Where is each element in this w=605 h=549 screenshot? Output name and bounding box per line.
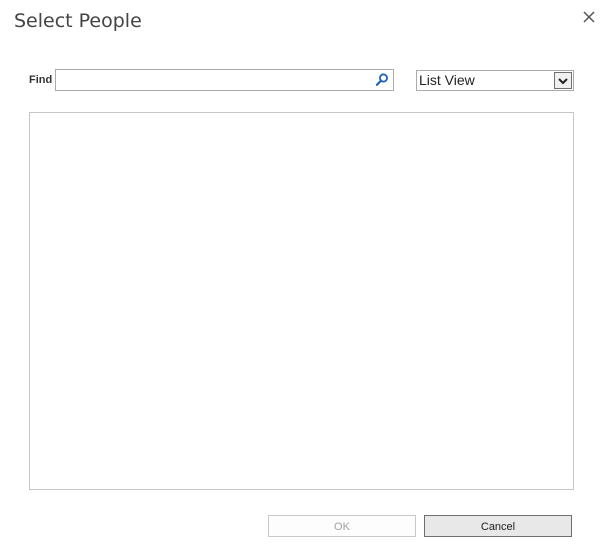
view-select[interactable]: List View bbox=[416, 70, 574, 91]
ok-button[interactable]: OK bbox=[268, 515, 416, 537]
chevron-down-icon[interactable] bbox=[554, 72, 572, 89]
find-label: Find bbox=[29, 74, 53, 86]
close-icon bbox=[583, 11, 595, 23]
close-button[interactable] bbox=[578, 6, 600, 28]
cancel-button[interactable]: Cancel bbox=[424, 515, 572, 537]
search-icon[interactable] bbox=[374, 72, 390, 88]
search-input[interactable] bbox=[58, 71, 368, 89]
results-pane[interactable] bbox=[29, 112, 574, 490]
find-field bbox=[55, 69, 394, 91]
view-select-value: List View bbox=[419, 72, 475, 88]
dialog-title: Select People bbox=[14, 10, 142, 32]
